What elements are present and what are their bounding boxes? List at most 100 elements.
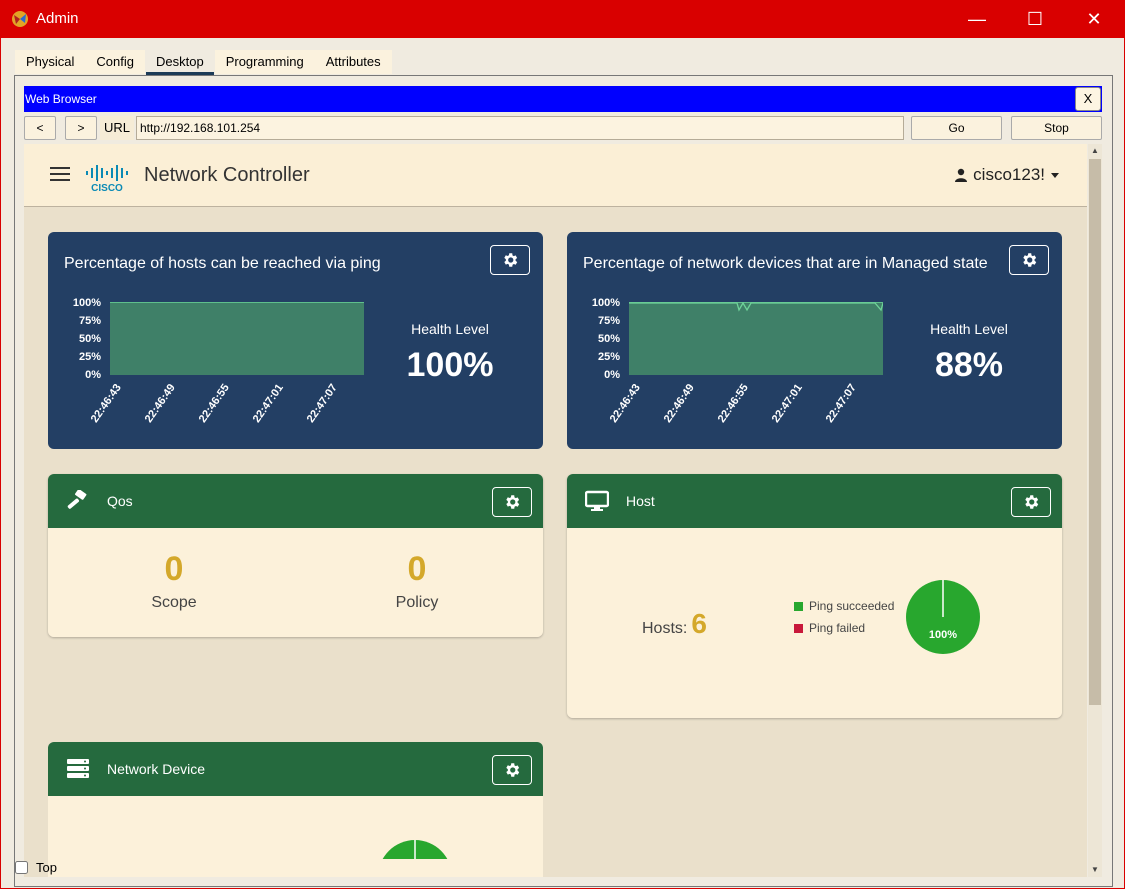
y-tick: 25% <box>78 351 101 363</box>
tab-attributes[interactable]: Attributes <box>315 50 392 74</box>
stop-button[interactable]: Stop <box>1011 116 1102 140</box>
window-frame: Physical Config Desktop Programming Attr… <box>0 38 1125 889</box>
y-tick: 75% <box>78 315 101 327</box>
managed-chart-line <box>629 302 883 312</box>
x-tick: 22:47:01 <box>250 382 286 425</box>
legend-ping-failed: Ping failed <box>794 621 865 635</box>
qos-scope-label: Scope <box>151 594 197 611</box>
vertical-scrollbar[interactable]: ▲ ▼ <box>1088 144 1102 877</box>
network-device-settings-button[interactable] <box>492 755 532 785</box>
gear-icon <box>506 495 520 509</box>
window-titlebar: Admin — ☐ ✕ <box>0 0 1125 38</box>
qos-card: Qos 0 Scope 0 Policy <box>48 474 543 637</box>
close-window-button[interactable]: ✕ <box>1065 0 1123 38</box>
qos-settings-button[interactable] <box>492 487 532 517</box>
y-tick: 75% <box>597 315 620 327</box>
ping-health-value: 100% <box>406 346 494 384</box>
app-brand: Network Controller <box>144 164 310 186</box>
host-card-body: Hosts: 6 Ping succeeded Ping failed 100% <box>567 528 1062 718</box>
browser-navigation: < > URL http://192.168.101.254 Go Stop <box>24 116 1102 140</box>
y-tick: 100% <box>591 297 620 309</box>
managed-health-value: 88% <box>934 346 1004 384</box>
top-checkbox[interactable] <box>15 861 28 874</box>
cisco-logo: CISCO <box>86 165 128 192</box>
packet-tracer-app-icon <box>12 11 28 27</box>
x-tick: 22:46:43 <box>88 382 124 425</box>
tab-config[interactable]: Config <box>85 50 145 74</box>
maximize-button[interactable]: ☐ <box>1006 0 1064 38</box>
hosts-label: Hosts: <box>642 620 688 637</box>
url-label: URL <box>100 116 134 140</box>
browser-titlebar: Web Browser X <box>24 86 1102 112</box>
y-tick: 25% <box>597 351 620 363</box>
back-button[interactable]: < <box>24 116 56 140</box>
managed-card-title: Percentage of network devices that are i… <box>583 255 988 272</box>
network-device-card-header: Network Device <box>48 742 543 796</box>
scrollbar-thumb[interactable] <box>1089 159 1101 705</box>
x-tick: 22:46:49 <box>661 382 697 425</box>
network-device-card-title: Network Device <box>107 761 206 777</box>
gear-icon <box>1023 253 1037 267</box>
y-tick: 100% <box>72 297 101 309</box>
host-card-title: Host <box>626 493 655 509</box>
qos-scope-value: 0 <box>164 550 184 588</box>
managed-health-label: Health Level <box>930 321 1008 337</box>
device-pie-chart <box>382 840 448 859</box>
tab-desktop[interactable]: Desktop <box>145 50 215 75</box>
hosts-value: 6 <box>691 608 707 639</box>
legend-label: Ping failed <box>809 621 866 635</box>
ping-settings-button[interactable] <box>490 245 530 275</box>
go-button[interactable]: Go <box>911 116 1002 140</box>
pie-label: 100% <box>929 629 957 641</box>
legend-label: Ping succeeded <box>809 599 895 613</box>
tab-programming[interactable]: Programming <box>215 50 315 74</box>
user-menu[interactable]: cisco123! <box>955 165 1059 185</box>
url-input[interactable]: http://192.168.101.254 <box>136 116 904 140</box>
browser-close-button[interactable]: X <box>1075 87 1101 111</box>
menu-icon[interactable] <box>50 167 70 183</box>
host-settings-button[interactable] <box>1011 487 1051 517</box>
hosts-count: Hosts: 6 <box>642 608 707 640</box>
ping-health-label: Health Level <box>411 321 489 337</box>
x-tick: 22:46:43 <box>607 382 643 425</box>
scroll-up-icon[interactable]: ▲ <box>1091 147 1099 155</box>
x-tick: 22:46:55 <box>196 382 232 425</box>
x-tick: 22:46:49 <box>142 382 178 425</box>
managed-y-axis: 100% 75% 50% 25% 0% <box>580 294 620 384</box>
ping-card-title: Percentage of hosts can be reached via p… <box>64 255 381 272</box>
forward-button[interactable]: > <box>65 116 97 140</box>
x-tick: 22:47:07 <box>304 382 340 425</box>
qos-policy-value: 0 <box>407 550 427 588</box>
cisco-logo-text: CISCO <box>91 183 123 192</box>
ping-y-axis: 100% 75% 50% 25% 0% <box>61 294 101 384</box>
gear-icon <box>506 763 520 777</box>
tab-physical[interactable]: Physical <box>15 50 85 74</box>
user-icon <box>955 168 968 182</box>
y-tick: 50% <box>78 333 101 345</box>
legend-swatch-success <box>794 601 803 611</box>
desktop-panel: Web Browser X < > URL http://192.168.101… <box>14 75 1113 887</box>
ping-health-card: Percentage of hosts can be reached via p… <box>48 232 543 449</box>
managed-chart-area <box>629 302 883 375</box>
qos-card-title: Qos <box>107 493 133 509</box>
window-title: Admin <box>36 10 79 27</box>
qos-policy-label: Policy <box>395 594 439 611</box>
top-checkbox-label: Top <box>36 860 57 875</box>
server-icon <box>67 759 89 778</box>
x-tick: 22:46:55 <box>715 382 751 425</box>
host-card-header: Host <box>567 474 1062 528</box>
legend-ping-succeeded: Ping succeeded <box>794 599 894 613</box>
ping-pie-chart: 100% <box>906 580 980 654</box>
host-card: Host Hosts: 6 Ping succeeded Ping failed… <box>567 474 1062 718</box>
ping-chart-area <box>110 302 364 375</box>
y-tick: 50% <box>597 333 620 345</box>
qos-card-body: 0 Scope 0 Policy <box>48 528 543 637</box>
x-tick: 22:47:01 <box>769 382 805 425</box>
managed-settings-button[interactable] <box>1009 245 1049 275</box>
top-checkbox-row[interactable]: Top <box>15 860 57 875</box>
legend-swatch-failed <box>794 623 803 633</box>
scroll-down-icon[interactable]: ▼ <box>1091 866 1099 874</box>
minimize-button[interactable]: — <box>948 0 1006 38</box>
network-device-card: Network Device <box>48 742 543 877</box>
x-tick: 22:47:07 <box>823 382 859 425</box>
